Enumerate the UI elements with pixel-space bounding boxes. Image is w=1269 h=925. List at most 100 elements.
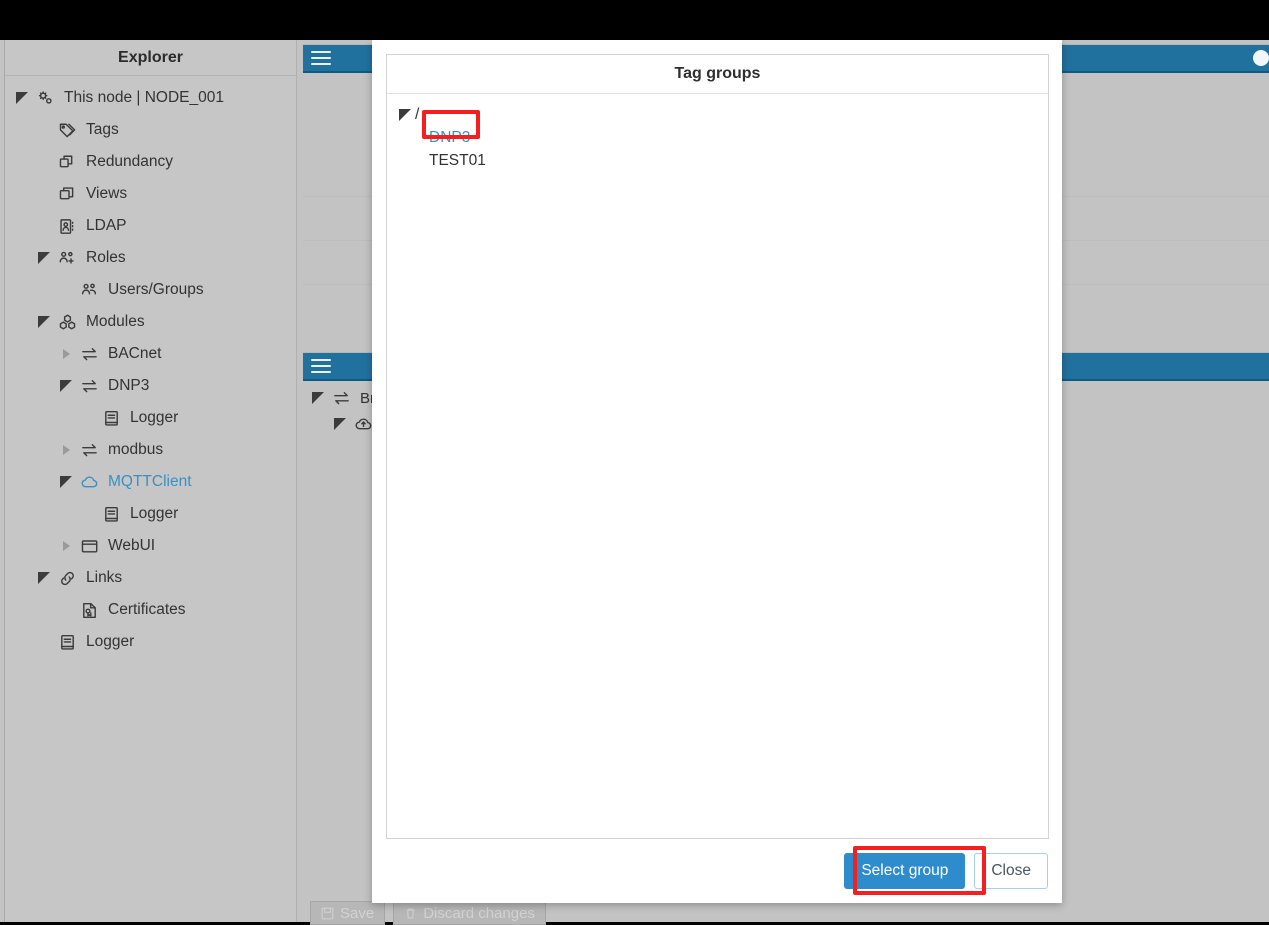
sidebar-item-label: LDAP xyxy=(86,217,127,235)
users-add-icon xyxy=(55,247,79,269)
windows-icon xyxy=(55,183,79,205)
explorer-tree: This node | NODE_001 Tags Redundancy Views L… xyxy=(5,76,296,658)
sidebar-item-webui[interactable]: WebUI xyxy=(5,530,296,562)
logger-icon xyxy=(55,631,79,653)
sidebar-item-label: BACnet xyxy=(108,345,162,363)
sidebar-item-label: Logger xyxy=(130,505,179,523)
sidebar-item-users-groups[interactable]: Users/Groups xyxy=(5,274,296,306)
sidebar-item-label: Modules xyxy=(86,313,145,331)
sidebar-item-bacnet[interactable]: BACnet xyxy=(5,338,296,370)
sidebar-item-logger[interactable]: Logger xyxy=(5,626,296,658)
chevron-right-icon[interactable] xyxy=(59,338,73,370)
sidebar-item-redundancy[interactable]: Redundancy xyxy=(5,146,296,178)
tree-root-row[interactable]: / xyxy=(398,103,1048,126)
sidebar-item-this-node-node-001[interactable]: This node | NODE_001 xyxy=(5,82,296,114)
modules-icon xyxy=(55,311,79,333)
sidebar-item-links[interactable]: Links xyxy=(5,562,296,594)
dialog-title: Tag groups xyxy=(387,55,1048,94)
sidebar-item-label: Certificates xyxy=(108,601,186,619)
sidebar-item-certificates[interactable]: Certificates xyxy=(5,594,296,626)
sidebar-item-label: Redundancy xyxy=(86,153,174,171)
users-icon xyxy=(77,279,101,301)
sidebar-item-logger[interactable]: Logger xyxy=(5,498,296,530)
trash-icon xyxy=(404,907,417,920)
dialog-content-box: Tag groups / DNP3 TEST01 xyxy=(386,54,1049,839)
bottom-toolbar: Save Discard changes xyxy=(310,901,546,925)
select-group-button[interactable]: Select group xyxy=(844,853,966,889)
chevron-down-icon[interactable] xyxy=(311,382,325,414)
hamburger-icon[interactable] xyxy=(311,51,331,65)
save-button-label: Save xyxy=(340,904,375,922)
sidebar-item-label: Logger xyxy=(130,409,179,427)
tag-group-item[interactable]: TEST01 xyxy=(398,149,1048,172)
chevron-down-icon[interactable] xyxy=(37,562,51,594)
sidebar-item-label: DNP3 xyxy=(108,377,150,395)
circle-icon[interactable] xyxy=(1253,50,1269,66)
dialog-footer: Select group Close xyxy=(386,839,1049,903)
sidebar-item-label: Tags xyxy=(86,121,119,139)
sidebar-item-roles[interactable]: Roles xyxy=(5,242,296,274)
chevron-down-icon[interactable] xyxy=(398,108,411,121)
cert-icon xyxy=(77,599,101,621)
sidebar-item-tags[interactable]: Tags xyxy=(5,114,296,146)
copy-icon xyxy=(55,151,79,173)
transfer-icon xyxy=(77,375,101,397)
chevron-down-icon[interactable] xyxy=(59,370,73,402)
explorer-panel: Explorer This node | NODE_001 Tags Redunda… xyxy=(5,40,297,922)
discard-changes-button[interactable]: Discard changes xyxy=(393,901,546,925)
contact-icon xyxy=(55,215,79,237)
sidebar-item-label: modbus xyxy=(108,441,164,459)
tag-group-item[interactable]: DNP3 xyxy=(398,126,1048,149)
close-button[interactable]: Close xyxy=(974,853,1048,889)
chevron-right-icon[interactable] xyxy=(59,530,73,562)
sidebar-item-label: MQTTClient xyxy=(108,473,192,491)
save-icon xyxy=(321,907,334,920)
window-icon xyxy=(77,535,101,557)
explorer-title: Explorer xyxy=(5,40,296,76)
sidebar-item-label: This node | NODE_001 xyxy=(64,89,224,107)
sidebar-item-logger[interactable]: Logger xyxy=(5,402,296,434)
transfer-icon xyxy=(77,439,101,461)
sidebar-item-label: Users/Groups xyxy=(108,281,204,299)
transfer-icon xyxy=(77,343,101,365)
chevron-right-icon[interactable] xyxy=(59,434,73,466)
transfer-icon xyxy=(329,387,353,409)
sidebar-item-modules[interactable]: Modules xyxy=(5,306,296,338)
tag-groups-dialog: Tag groups / DNP3 TEST01 Select group Clo… xyxy=(372,40,1062,903)
sidebar-item-ldap[interactable]: LDAP xyxy=(5,210,296,242)
sidebar-item-label: Logger xyxy=(86,633,135,651)
gears-icon xyxy=(33,87,57,109)
hamburger-icon[interactable] xyxy=(311,359,331,373)
save-button[interactable]: Save xyxy=(310,901,386,925)
tag-group-label: TEST01 xyxy=(429,151,486,169)
chevron-down-icon[interactable] xyxy=(37,306,51,338)
sidebar-item-dnp3[interactable]: DNP3 xyxy=(5,370,296,402)
link-icon xyxy=(55,567,79,589)
sidebar-item-views[interactable]: Views xyxy=(5,178,296,210)
window-titlebar xyxy=(0,0,1269,40)
tag-icon xyxy=(55,119,79,141)
tag-group-label: DNP3 xyxy=(429,128,471,146)
sidebar-item-modbus[interactable]: modbus xyxy=(5,434,296,466)
chevron-down-icon[interactable] xyxy=(59,466,73,498)
cloud-icon xyxy=(77,471,101,493)
tree-root-label: / xyxy=(415,105,420,123)
chevron-down-icon[interactable] xyxy=(37,242,51,274)
chevron-down-icon[interactable] xyxy=(333,408,347,440)
sidebar-item-label: Roles xyxy=(86,249,126,267)
sidebar-item-label: Links xyxy=(86,569,123,587)
chevron-down-icon[interactable] xyxy=(15,82,29,114)
logger-icon xyxy=(99,407,123,429)
sidebar-item-mqttclient[interactable]: MQTTClient xyxy=(5,466,296,498)
discard-changes-label: Discard changes xyxy=(423,904,535,922)
sidebar-item-label: WebUI xyxy=(108,537,156,555)
tag-groups-tree: / DNP3 TEST01 xyxy=(387,94,1048,838)
